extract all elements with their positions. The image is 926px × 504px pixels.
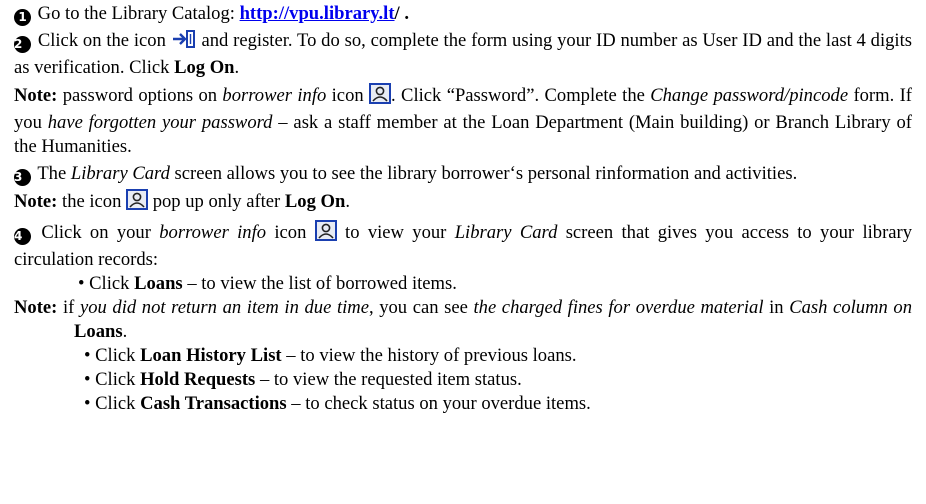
note-3-italic-b: the charged fines for overdue material [473,297,764,318]
loan-history-term: Loan History List [140,345,282,366]
cash-transactions-term: Cash Transactions [140,393,287,414]
note-2-text-b: pop up only after [148,191,285,212]
login-arrow-icon [171,29,197,56]
step-4-text-c: to view your [336,222,455,243]
bullet-4-pre: • Click [84,393,141,414]
bullet-3-post: – to view the requested item status. [255,369,522,390]
step-4-italic-a: borrower info [159,222,267,243]
bullet-loan-history: • Click Loan History List – to view the … [14,344,912,368]
bullet-1-pre: • Click [78,273,135,294]
note-label: Note: [14,85,58,106]
note-1-italic-a: borrower info [222,85,327,106]
library-card-term: Library Card [70,163,170,184]
step-1-tail: / . [394,3,409,24]
note-password: Note: password options on borrower info … [14,83,912,159]
step-4: 4 Click on your borrower info icon to vi… [14,220,912,272]
note-3-italic-a: you did not return an item in due time [79,297,369,318]
step-1: 1 Go to the Library Catalog: http://vpu.… [14,2,912,26]
note-label: Note: [14,191,58,212]
step-4-text-b: icon [266,222,315,243]
step-2-text-c: . [234,57,240,78]
note-1-text-a: password options on [57,85,223,106]
note-1-italic-d: have forgotten your password [47,112,273,133]
note-3-text-e: . [122,321,128,342]
note-1-text-c: . Click “Password”. Complete the [391,85,651,106]
borrower-info-icon [369,83,392,111]
note-1-italic-c: Change password/pincode [650,85,849,106]
library-catalog-link[interactable]: http://vpu.library.lt [240,3,395,24]
note-fines: Note: if you did not return an item in d… [14,296,912,344]
step-number-3: 3 [14,169,31,186]
note-3-text-c: in [763,297,790,318]
note-1-text-b: icon [326,85,370,106]
step-number-4: 4 [14,228,31,245]
step-3-text-a: The [37,163,71,184]
instruction-document: 1 Go to the Library Catalog: http://vpu.… [0,0,926,416]
bullet-1-post: – to view the list of borrowed items. [182,273,457,294]
step-3-text-b: screen allows you to see the library bor… [169,163,798,184]
bullet-2-post: – to view the history of previous loans. [281,345,577,366]
step-1-text: Go to the Library Catalog: [37,3,240,24]
log-on-term: Log On [284,191,346,212]
note-2-text-a: the icon [57,191,127,212]
note-3-italic-c: Cash column on [789,297,913,318]
step-4-text-a: Click on your [41,222,160,243]
loans-term: Loans [74,321,123,342]
borrower-info-icon [314,220,337,248]
bullet-loans: • Click Loans – to view the list of borr… [14,272,912,296]
step-3: 3 The Library Card screen allows you to … [14,162,912,186]
log-on-term: Log On [174,57,235,78]
step-number-1: 1 [14,9,31,26]
step-2: 2 Click on the icon and register. To do … [14,29,912,80]
hold-requests-term: Hold Requests [140,369,256,390]
step-4-italic-c: Library Card [454,222,558,243]
bullet-3-pre: • Click [84,369,141,390]
bullet-2-pre: • Click [84,345,141,366]
bullet-cash-transactions: • Click Cash Transactions – to check sta… [14,392,912,416]
note-3-text-a: if [57,297,80,318]
step-number-2: 2 [14,36,31,53]
borrower-info-icon [126,189,149,217]
note-icon-popup: Note: the icon pop up only after Log On. [14,189,912,217]
note-label: Note: [14,297,58,318]
note-2-text-c: . [345,191,351,212]
bullet-4-post: – to check status on your overdue items. [286,393,591,414]
bullet-hold-requests: • Click Hold Requests – to view the requ… [14,368,912,392]
step-2-text-a: Click on the icon [37,30,171,51]
note-3-text-b: , you can see [368,297,474,318]
loans-term: Loans [134,273,183,294]
